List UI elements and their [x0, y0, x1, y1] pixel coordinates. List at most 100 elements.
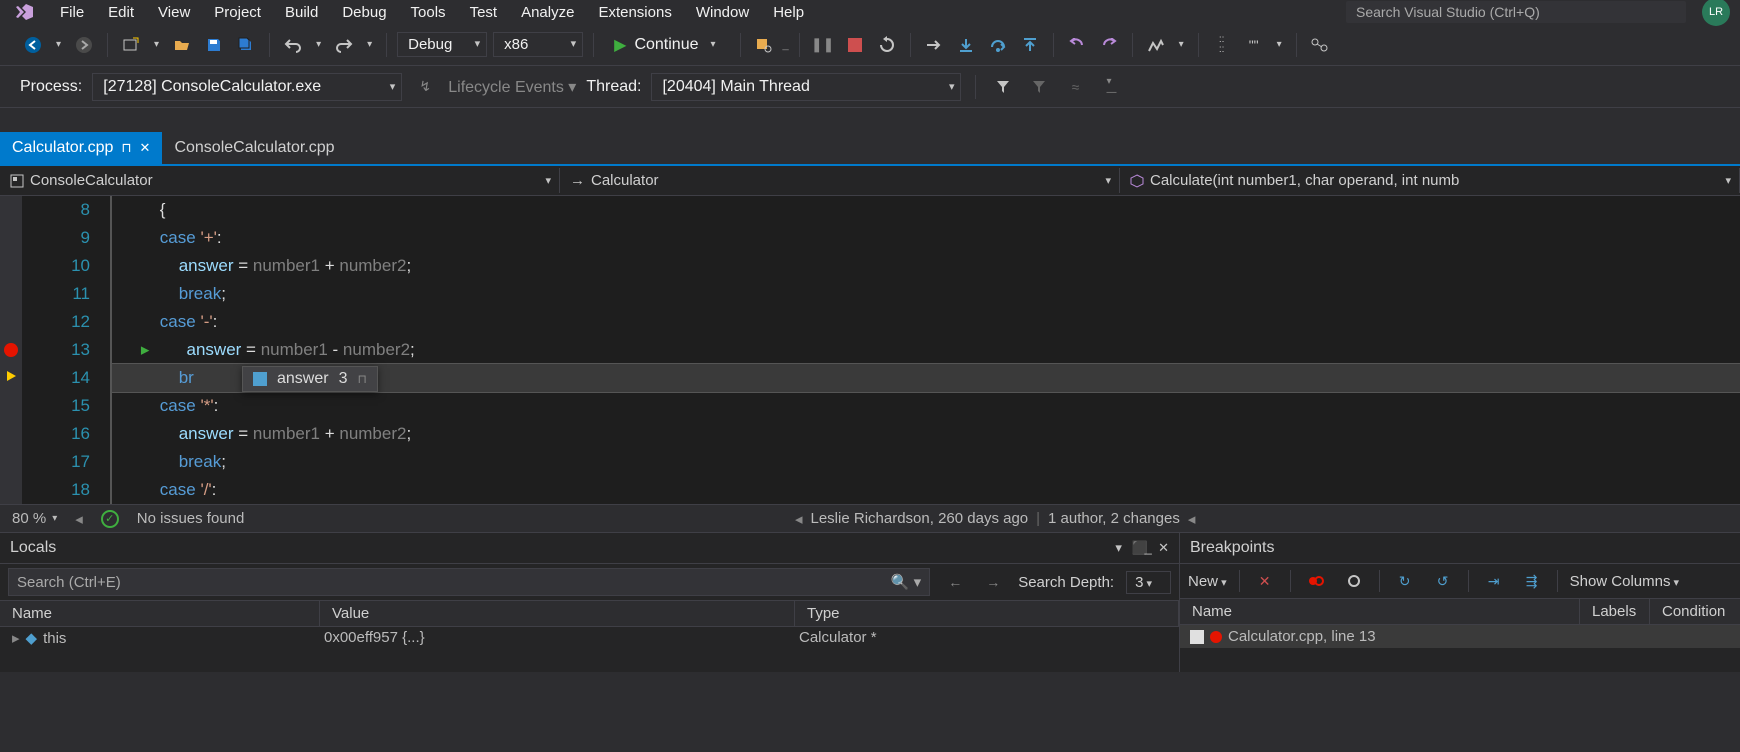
- menu-debug[interactable]: Debug: [330, 2, 398, 23]
- search-icon[interactable]: 🔍 ▾: [891, 573, 921, 591]
- col-value[interactable]: Value: [320, 601, 795, 626]
- thread-combo[interactable]: [20404] Main Thread: [651, 73, 961, 101]
- step-forward-icon[interactable]: [1096, 32, 1122, 58]
- menu-extensions[interactable]: Extensions: [586, 2, 683, 23]
- new-project-dropdown[interactable]: ▾: [150, 39, 163, 50]
- nav-back-dropdown[interactable]: ▾: [52, 39, 65, 50]
- nav-fwd-icon[interactable]: [71, 32, 97, 58]
- col-type[interactable]: Type: [795, 601, 1179, 626]
- quotes-dropdown[interactable]: ▾: [1273, 39, 1286, 50]
- codelens-info[interactable]: ◂ Leslie Richardson, 260 days ago | 1 au…: [795, 510, 1195, 528]
- code-editor[interactable]: 89101112131415161718 answer 3 ⊓ { case '…: [0, 196, 1740, 504]
- disable-all-icon[interactable]: [1303, 568, 1329, 594]
- filter-icon[interactable]: [990, 74, 1016, 100]
- checkbox-icon[interactable]: [1190, 630, 1204, 644]
- step-into-icon[interactable]: [953, 32, 979, 58]
- redo-icon[interactable]: [331, 32, 357, 58]
- breakpoint-row[interactable]: Calculator.cpp, line 13: [1180, 625, 1740, 648]
- menu-help[interactable]: Help: [761, 2, 816, 23]
- menu-tools[interactable]: Tools: [399, 2, 458, 23]
- breakpoint-dot-icon: [1210, 631, 1222, 643]
- locals-row[interactable]: ▸◆this 0x00eff957 {...} Calculator *: [0, 627, 1179, 649]
- lifecycle-icon[interactable]: ↯: [412, 74, 438, 100]
- pin-icon[interactable]: ⊓: [357, 372, 366, 386]
- show-next-statement-icon[interactable]: [921, 32, 947, 58]
- editor-nav-bar: ConsoleCalculator → Calculator Calculate…: [0, 166, 1740, 196]
- go-to-disasm-icon[interactable]: ⇶: [1519, 568, 1545, 594]
- nav-fwd-icon[interactable]: →: [980, 569, 1006, 595]
- locals-title: Locals: [10, 539, 56, 557]
- breakpoint-gutter[interactable]: [0, 196, 22, 504]
- global-search-input[interactable]: Search Visual Studio (Ctrl+Q): [1346, 1, 1686, 23]
- tab-consolecalculator-cpp[interactable]: ConsoleCalculator.cpp: [162, 132, 346, 164]
- go-to-source-icon[interactable]: ⇥: [1481, 568, 1507, 594]
- scroll-left-icon[interactable]: ◂: [75, 510, 83, 528]
- new-project-icon[interactable]: [118, 32, 144, 58]
- menu-file[interactable]: File: [48, 2, 96, 23]
- nav-back-icon[interactable]: [20, 32, 46, 58]
- diag-tools-icon[interactable]: [1143, 32, 1169, 58]
- locals-search-input[interactable]: Search (Ctrl+E) 🔍 ▾: [8, 568, 930, 596]
- continue-dropdown[interactable]: ▾: [706, 39, 719, 50]
- data-tip[interactable]: answer 3 ⊓: [242, 366, 378, 392]
- restart-icon[interactable]: [874, 32, 900, 58]
- undo-dropdown[interactable]: ▾: [312, 39, 325, 50]
- undo-icon[interactable]: [280, 32, 306, 58]
- flag-threads-icon[interactable]: [1026, 74, 1052, 100]
- import-icon[interactable]: ↺: [1430, 568, 1456, 594]
- menu-test[interactable]: Test: [458, 2, 510, 23]
- save-icon[interactable]: [201, 32, 227, 58]
- member-combo[interactable]: Calculate(int number1, char operand, int…: [1120, 168, 1740, 193]
- export-icon[interactable]: ↻: [1392, 568, 1418, 594]
- pause-icon[interactable]: ❚❚: [810, 32, 836, 58]
- menu-analyze[interactable]: Analyze: [509, 2, 586, 23]
- col-labels[interactable]: Labels: [1580, 599, 1650, 624]
- menu-build[interactable]: Build: [273, 2, 330, 23]
- new-breakpoint-button[interactable]: New: [1188, 573, 1227, 590]
- pin-icon[interactable]: ⬛̲: [1132, 540, 1148, 556]
- step-out-icon[interactable]: [1017, 32, 1043, 58]
- configuration-combo[interactable]: Debug: [397, 32, 487, 57]
- code-area[interactable]: answer 3 ⊓ { case '+': answer = number1 …: [112, 196, 1740, 504]
- tab-calculator-cpp[interactable]: Calculator.cpp ⊓ ✕: [0, 132, 162, 164]
- continue-button[interactable]: ▶ Continue ▾: [604, 32, 729, 58]
- save-all-icon[interactable]: [233, 32, 259, 58]
- step-over-icon[interactable]: [985, 32, 1011, 58]
- window-pos-icon[interactable]: ▾: [1115, 540, 1122, 556]
- show-columns-button[interactable]: Show Columns: [1570, 573, 1679, 590]
- thread-menu-icon[interactable]: ▾―: [1098, 74, 1124, 100]
- col-name[interactable]: Name: [1180, 599, 1580, 624]
- project-combo[interactable]: ConsoleCalculator: [0, 168, 560, 193]
- close-icon[interactable]: ✕: [140, 140, 151, 156]
- delete-breakpoint-icon[interactable]: ✕: [1252, 568, 1278, 594]
- diag-dropdown[interactable]: ▾: [1175, 39, 1188, 50]
- nav-back-icon[interactable]: ←: [942, 569, 968, 595]
- class-combo[interactable]: → Calculator: [560, 168, 1120, 193]
- menu-window[interactable]: Window: [684, 2, 761, 23]
- live-share-icon[interactable]: [1307, 32, 1333, 58]
- platform-combo[interactable]: x86: [493, 32, 583, 57]
- tab-label: Calculator.cpp: [12, 139, 113, 157]
- redo-dropdown[interactable]: ▾: [363, 39, 376, 50]
- step-back-icon[interactable]: [1064, 32, 1090, 58]
- stop-icon[interactable]: [842, 32, 868, 58]
- process-combo[interactable]: [27128] ConsoleCalculator.exe: [92, 73, 402, 101]
- menu-view[interactable]: View: [146, 2, 202, 23]
- menu-project[interactable]: Project: [202, 2, 273, 23]
- threads-icon[interactable]: ≈: [1062, 74, 1088, 100]
- browse-icon[interactable]: [751, 32, 777, 58]
- open-file-icon[interactable]: [169, 32, 195, 58]
- hex-icon[interactable]: ::::: [1209, 32, 1235, 58]
- tab-label: ConsoleCalculator.cpp: [174, 139, 334, 157]
- search-depth-combo[interactable]: 3: [1126, 571, 1171, 594]
- menu-edit[interactable]: Edit: [96, 2, 146, 23]
- enable-all-icon[interactable]: [1341, 568, 1367, 594]
- lifecycle-label[interactable]: Lifecycle Events ▾: [448, 77, 576, 97]
- col-condition[interactable]: Condition: [1650, 599, 1740, 624]
- col-name[interactable]: Name: [0, 601, 320, 626]
- user-avatar[interactable]: LR: [1702, 0, 1730, 26]
- close-icon[interactable]: ✕: [1158, 540, 1169, 556]
- zoom-control[interactable]: 80 %▾: [12, 510, 57, 527]
- quotes-icon[interactable]: "": [1241, 32, 1267, 58]
- pin-icon[interactable]: ⊓: [121, 140, 131, 156]
